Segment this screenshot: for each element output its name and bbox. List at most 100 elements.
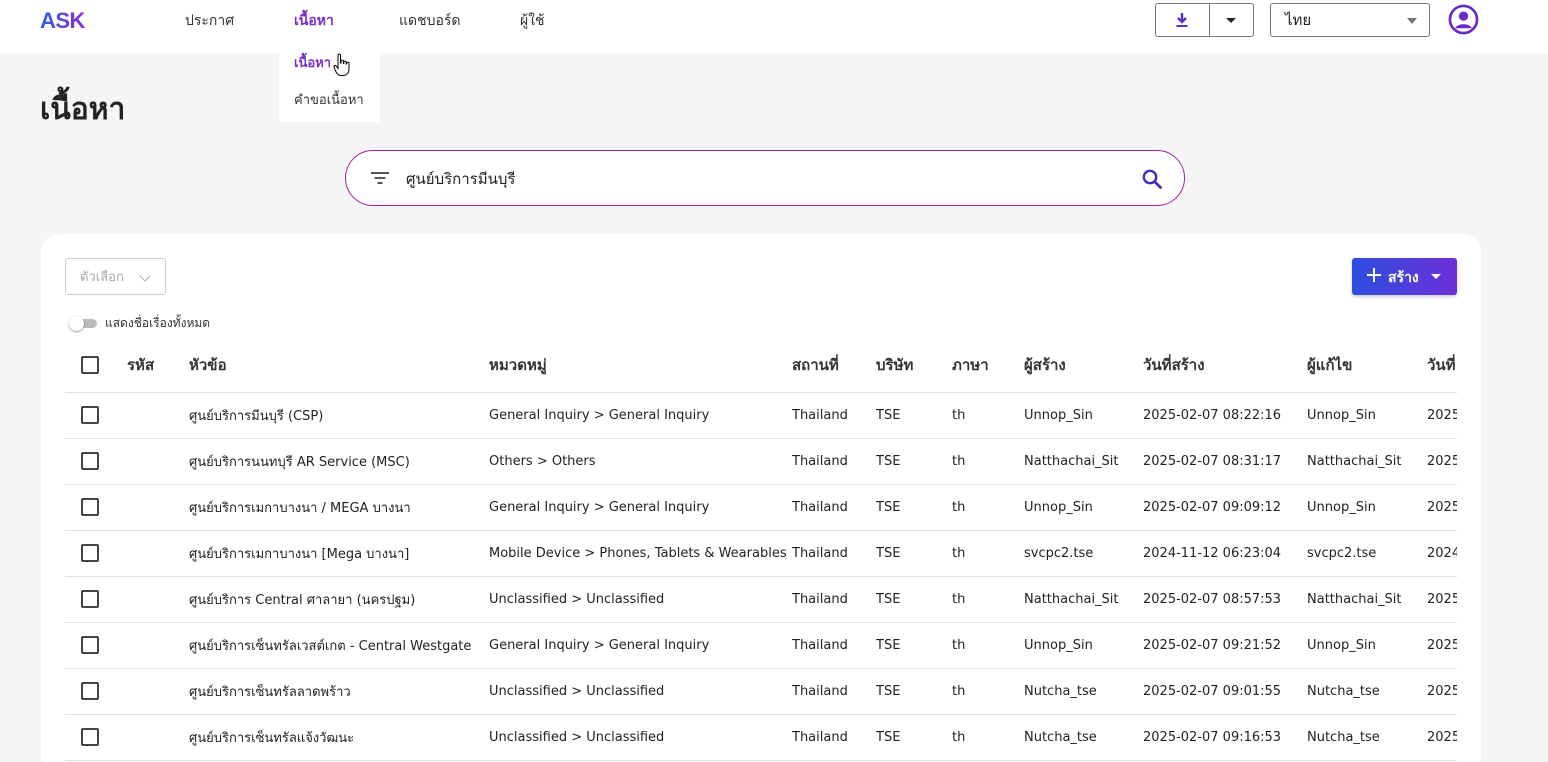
options-label: ตัวเลือก xyxy=(80,270,124,285)
cell-date: 2025 xyxy=(1427,576,1457,623)
row-checkbox[interactable] xyxy=(81,406,99,424)
cell-title[interactable]: ศูนย์บริการเมกาบางนา / MEGA บางนา xyxy=(189,484,489,531)
cell-category: Unclassified > Unclassified xyxy=(489,668,792,715)
column-header-created-date[interactable]: วันที่สร้าง xyxy=(1143,338,1307,393)
column-header-title[interactable]: หัวข้อ xyxy=(189,338,489,393)
row-checkbox[interactable] xyxy=(81,682,99,700)
cell-title[interactable]: ศูนย์บริการเมกาบางนา [Mega บางนา] xyxy=(189,530,489,577)
content-nav-dropdown: เนื้อหา คำขอเนื้อหา xyxy=(279,40,380,122)
cell-date: 2025 xyxy=(1427,392,1457,439)
nav-announcements[interactable]: ประกาศ xyxy=(185,10,234,32)
cell-title[interactable]: ศูนย์บริการเซ็นทรัลเวสต์เกต - Central We… xyxy=(189,622,489,669)
cell-title[interactable]: ศูนย์บริการเซ็นทรัลลาดพร้าว xyxy=(189,668,489,715)
column-header-company[interactable]: บริษัท xyxy=(876,338,952,393)
cell-category: General Inquiry > General Inquiry xyxy=(489,392,792,439)
cell-date: 2025 xyxy=(1427,714,1457,761)
dropdown-item-content[interactable]: เนื้อหา xyxy=(294,52,331,73)
row-checkbox[interactable] xyxy=(81,544,99,562)
table-row[interactable]: ศูนย์บริการมีนบุรี (CSP) General Inquiry … xyxy=(65,392,1457,439)
cell-id xyxy=(127,576,189,623)
cell-created-date: 2025-02-07 08:31:17 xyxy=(1143,438,1307,485)
column-header-date[interactable]: วันที่ xyxy=(1427,338,1457,393)
cell-location: Thailand xyxy=(792,714,876,761)
cell-title[interactable]: ศูนย์บริการ Central ศาลายา (นครปฐม) xyxy=(189,576,489,623)
column-header-category[interactable]: หมวดหมู่ xyxy=(489,338,792,393)
cell-id xyxy=(127,668,189,715)
cell-language: th xyxy=(952,668,1024,715)
cell-title[interactable]: ศูนย์บริการเซ็นทรัลแจ้งวัฒนะ xyxy=(189,714,489,761)
download-button[interactable] xyxy=(1156,4,1210,36)
cell-creator: Nutcha_tse xyxy=(1024,668,1143,715)
cell-editor: Unnop_Sin xyxy=(1307,622,1427,669)
cell-title[interactable]: ศูนย์บริการมีนบุรี (CSP) xyxy=(189,392,489,439)
row-select-cell xyxy=(65,484,127,531)
chevron-down-icon xyxy=(139,270,151,282)
cell-company: TSE xyxy=(876,392,952,439)
row-select-cell xyxy=(65,530,127,577)
app-logo[interactable]: ASK xyxy=(40,8,85,34)
cell-date: 2025 xyxy=(1427,484,1457,531)
row-checkbox[interactable] xyxy=(81,728,99,746)
cell-title[interactable]: ศูนย์บริการนนทบุรี AR Service (MSC) xyxy=(189,438,489,485)
hand-pointer-icon xyxy=(333,53,350,76)
cell-company: TSE xyxy=(876,714,952,761)
column-header-id[interactable]: รหัส xyxy=(127,338,189,393)
table-row[interactable]: ศูนย์บริการเซ็นทรัลแจ้งวัฒนะ Unclassified… xyxy=(65,714,1457,761)
search-icon[interactable] xyxy=(1141,168,1163,190)
page-title: เนื้อหา xyxy=(40,92,126,127)
table-row[interactable]: ศูนย์บริการเซ็นทรัลเวสต์เกต - Central We… xyxy=(65,622,1457,669)
cell-location: Thailand xyxy=(792,622,876,669)
cell-editor: Unnop_Sin xyxy=(1307,484,1427,531)
options-select[interactable]: ตัวเลือก xyxy=(65,258,166,295)
search-input[interactable] xyxy=(406,167,1106,191)
caret-down-icon xyxy=(1226,17,1237,23)
cell-company: TSE xyxy=(876,530,952,577)
cell-editor: Nutcha_tse xyxy=(1307,714,1427,761)
nav-dashboard[interactable]: แดชบอร์ด xyxy=(399,10,461,32)
table-row[interactable]: ศูนย์บริการเซ็นทรัลลาดพร้าว Unclassified … xyxy=(65,668,1457,715)
column-header-location[interactable]: สถานที่ xyxy=(792,338,876,393)
cell-location: Thailand xyxy=(792,530,876,577)
search-bar xyxy=(345,150,1185,206)
language-select[interactable]: ไทย xyxy=(1270,3,1430,37)
cell-category: General Inquiry > General Inquiry xyxy=(489,484,792,531)
table-row[interactable]: ศูนย์บริการนนทบุรี AR Service (MSC) Other… xyxy=(65,438,1457,485)
column-header-creator[interactable]: ผู้สร้าง xyxy=(1024,338,1143,393)
download-menu-toggle[interactable] xyxy=(1210,4,1253,36)
row-checkbox[interactable] xyxy=(81,498,99,516)
cell-company: TSE xyxy=(876,622,952,669)
filter-icon[interactable] xyxy=(370,170,390,186)
row-checkbox[interactable] xyxy=(81,636,99,654)
language-value: ไทย xyxy=(1285,11,1312,29)
column-header-language[interactable]: ภาษา xyxy=(952,338,1024,393)
create-button[interactable]: สร้าง xyxy=(1352,258,1457,295)
table-row[interactable]: ศูนย์บริการ Central ศาลายา (นครปฐม) Uncla… xyxy=(65,576,1457,623)
table-row[interactable]: ศูนย์บริการเมกาบางนา [Mega บางนา] Mobile … xyxy=(65,530,1457,577)
cell-editor: Natthachai_Sit xyxy=(1307,576,1427,623)
cell-date: 2024 xyxy=(1427,530,1457,577)
cell-language: th xyxy=(952,622,1024,669)
cell-category: Mobile Device > Phones, Tablets & Wearab… xyxy=(489,530,792,577)
table-header-row: รหัส หัวข้อ หมวดหมู่ สถานที่ บริษัท ภาษา… xyxy=(65,338,1457,393)
content-card: ตัวเลือก แสดงชื่อเรื่องทั้งหมด สร้าง รหั… xyxy=(41,234,1481,762)
user-circle-icon[interactable] xyxy=(1448,4,1479,35)
select-all-checkbox[interactable] xyxy=(81,356,99,374)
dropdown-item-content-requests[interactable]: คำขอเนื้อหา xyxy=(294,89,364,110)
cell-location: Thailand xyxy=(792,668,876,715)
row-checkbox[interactable] xyxy=(81,590,99,608)
table-row[interactable]: ศูนย์บริการเมกาบางนา / MEGA บางนา General… xyxy=(65,484,1457,531)
cell-creator: Natthachai_Sit xyxy=(1024,576,1143,623)
row-checkbox[interactable] xyxy=(81,452,99,470)
cell-created-date: 2025-02-07 08:57:53 xyxy=(1143,576,1307,623)
nav-users[interactable]: ผู้ใช้ xyxy=(520,10,545,32)
show-all-titles-toggle[interactable] xyxy=(69,316,97,331)
nav-content[interactable]: เนื้อหา xyxy=(294,10,334,32)
cell-editor: Unnop_Sin xyxy=(1307,392,1427,439)
cell-editor: svcpc2.tse xyxy=(1307,530,1427,577)
column-header-editor[interactable]: ผู้แก้ไข xyxy=(1307,338,1427,393)
download-icon xyxy=(1176,13,1188,27)
cell-date: 2025 xyxy=(1427,668,1457,715)
row-select-cell xyxy=(65,714,127,761)
row-select-cell xyxy=(65,622,127,669)
cell-created-date: 2025-02-07 09:21:52 xyxy=(1143,622,1307,669)
